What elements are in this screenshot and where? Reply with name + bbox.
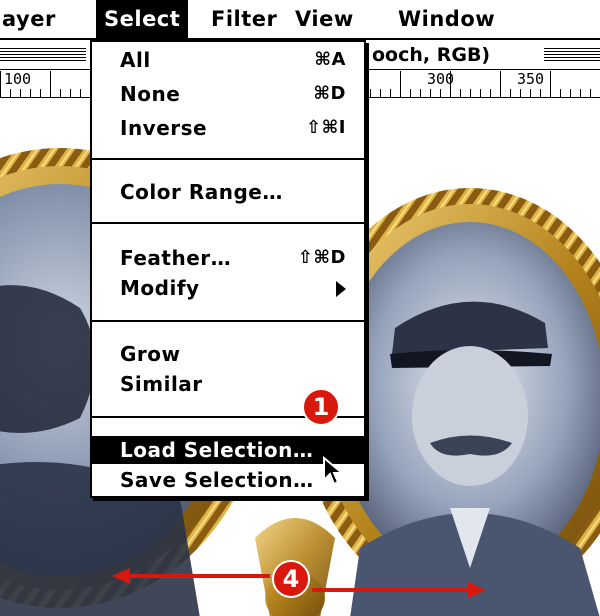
menu-separator bbox=[92, 222, 364, 224]
menu-item-similar-label: Similar bbox=[120, 372, 203, 396]
titlebar-stripes-left bbox=[0, 48, 86, 62]
menu-item-inverse-label: Inverse bbox=[120, 116, 208, 140]
menu-item-none-shortcut: ⌘D bbox=[313, 83, 346, 104]
titlebar-stripes-right bbox=[544, 48, 600, 62]
ruler-tick bbox=[530, 89, 531, 97]
ruler-tick bbox=[460, 89, 461, 97]
ruler-tick bbox=[480, 89, 481, 97]
submenu-arrow-icon bbox=[336, 281, 346, 297]
ruler-tick bbox=[400, 71, 401, 97]
menu-item-grow[interactable]: Grow bbox=[92, 340, 364, 368]
ruler-tick bbox=[390, 89, 391, 97]
menu-item-color-range-label: Color Range… bbox=[120, 180, 283, 204]
ruler-tick bbox=[50, 71, 51, 97]
menu-separator bbox=[92, 320, 364, 322]
menu-window[interactable]: Window bbox=[390, 0, 503, 38]
ruler-tick bbox=[60, 89, 61, 97]
ruler-tick bbox=[490, 89, 491, 97]
ruler-tick bbox=[510, 89, 511, 97]
menu-item-inverse[interactable]: Inverse ⇧⌘I bbox=[92, 114, 364, 142]
menu-item-feather[interactable]: Feather… ⇧⌘D bbox=[92, 244, 364, 272]
ruler-label-100: 100 bbox=[4, 70, 32, 88]
ruler-label-350: 350 bbox=[517, 70, 545, 88]
ruler-tick bbox=[0, 71, 1, 97]
callout-1-badge: 1 bbox=[302, 388, 340, 426]
ruler-tick bbox=[80, 89, 81, 97]
ruler-tick bbox=[420, 89, 421, 97]
menu-item-color-range[interactable]: Color Range… bbox=[92, 178, 364, 206]
ruler-tick bbox=[580, 89, 581, 97]
ruler-tick bbox=[570, 89, 571, 97]
menu-item-modify[interactable]: Modify bbox=[92, 274, 364, 302]
menu-view[interactable]: View bbox=[287, 0, 362, 38]
menu-item-all-label: All bbox=[120, 48, 151, 72]
menu-item-inverse-shortcut: ⇧⌘I bbox=[306, 117, 346, 138]
menu-item-save-selection-label: Save Selection… bbox=[120, 468, 314, 492]
ruler-tick bbox=[450, 71, 451, 97]
menu-item-all[interactable]: All ⌘A bbox=[92, 46, 364, 74]
ruler-tick bbox=[380, 89, 381, 97]
ruler-tick bbox=[20, 89, 21, 97]
menu-item-modify-label: Modify bbox=[120, 276, 200, 300]
menu-select[interactable]: Select bbox=[96, 0, 189, 38]
ruler-tick bbox=[440, 89, 441, 97]
menu-item-feather-shortcut: ⇧⌘D bbox=[297, 247, 346, 268]
ruler-tick bbox=[590, 89, 591, 97]
menu-item-none-label: None bbox=[120, 82, 181, 106]
ruler-tick bbox=[560, 89, 561, 97]
ruler-tick bbox=[550, 71, 551, 97]
window-title: ooch, RGB) bbox=[366, 41, 497, 69]
callout-4-badge: 4 bbox=[272, 560, 310, 598]
ruler-tick bbox=[430, 89, 431, 97]
mouse-pointer-icon bbox=[323, 456, 344, 486]
ruler-tick bbox=[40, 89, 41, 97]
menu-item-grow-label: Grow bbox=[120, 342, 181, 366]
ruler-tick bbox=[10, 89, 11, 97]
menu-layer[interactable]: ayer bbox=[0, 0, 64, 38]
ruler-tick bbox=[70, 89, 71, 97]
select-menu-dropdown: All ⌘A None ⌘D Inverse ⇧⌘I Color Range… … bbox=[90, 40, 366, 498]
menu-item-all-shortcut: ⌘A bbox=[314, 49, 346, 70]
menubar: ayer Select Filter View Window bbox=[0, 0, 600, 40]
menu-item-load-selection-label: Load Selection… bbox=[120, 438, 314, 462]
ruler-tick bbox=[30, 89, 31, 97]
menu-filter[interactable]: Filter bbox=[203, 0, 285, 38]
ruler-tick bbox=[410, 89, 411, 97]
menu-item-feather-label: Feather… bbox=[120, 246, 232, 270]
ruler-tick bbox=[470, 89, 471, 97]
menu-item-none[interactable]: None ⌘D bbox=[92, 80, 364, 108]
ruler-tick bbox=[500, 71, 501, 97]
ruler-tick bbox=[520, 89, 521, 97]
menu-separator bbox=[92, 158, 364, 160]
ruler-tick bbox=[370, 89, 371, 97]
ruler-tick bbox=[540, 89, 541, 97]
